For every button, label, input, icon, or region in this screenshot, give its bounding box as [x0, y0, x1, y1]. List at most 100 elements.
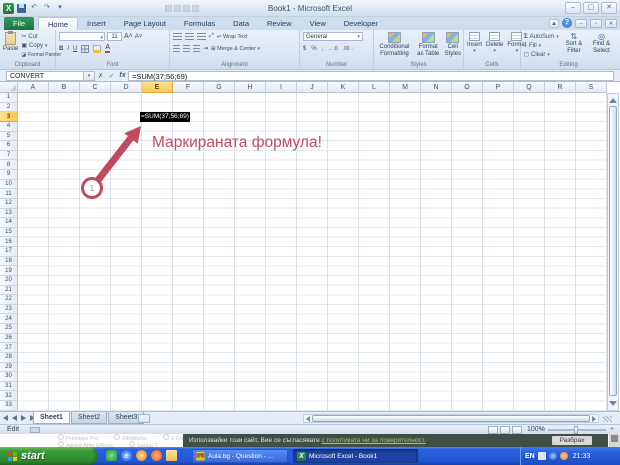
- next-sheet-icon[interactable]: [21, 415, 26, 421]
- fill-button[interactable]: ↓ Fill ▾: [524, 41, 559, 50]
- merge-center-button[interactable]: ⊞ Merge & Center ▾: [211, 46, 260, 52]
- row-header[interactable]: 2: [0, 102, 18, 113]
- vertical-scroll-thumb[interactable]: [609, 106, 617, 396]
- row-header[interactable]: 10: [0, 179, 18, 190]
- row-header[interactable]: 25: [0, 324, 18, 334]
- ribbon-tab[interactable]: Formulas: [175, 17, 224, 30]
- wrap-text-button[interactable]: ↩ Wrap Text: [217, 34, 248, 40]
- internet-explorer-icon[interactable]: e: [121, 450, 132, 461]
- row-header[interactable]: 17: [0, 247, 18, 257]
- sort-filter-button[interactable]: ⇅ Sort & Filter: [563, 32, 585, 59]
- zoom-out-icon[interactable]: –: [540, 426, 544, 433]
- ribbon-tab[interactable]: Page Layout: [115, 17, 175, 30]
- decrease-decimal-icon[interactable]: .00→: [343, 46, 355, 52]
- column-header[interactable]: A: [18, 82, 49, 93]
- find-select-button[interactable]: ◎ Find & Select: [589, 32, 614, 59]
- column-header[interactable]: S: [576, 82, 607, 93]
- insert-function-icon[interactable]: fx: [117, 72, 128, 79]
- maximize-button[interactable]: ▢: [583, 2, 599, 14]
- row-header[interactable]: 15: [0, 227, 18, 238]
- minimize-button[interactable]: –: [565, 2, 581, 14]
- zoom-in-icon[interactable]: +: [610, 426, 614, 433]
- workbook-minimize-button[interactable]: –: [575, 18, 587, 28]
- insert-cells-button[interactable]: Insert ▾: [467, 32, 482, 60]
- name-box-dropdown-icon[interactable]: ▾: [84, 70, 95, 81]
- align-top-icon[interactable]: [173, 33, 182, 40]
- align-center-icon[interactable]: [183, 45, 190, 52]
- row-header[interactable]: 12: [0, 198, 18, 209]
- percent-icon[interactable]: %: [311, 46, 316, 52]
- row-header[interactable]: 7: [0, 150, 18, 161]
- row-header[interactable]: 33: [0, 401, 18, 411]
- enter-icon[interactable]: ✓: [106, 72, 117, 80]
- ribbon-tab[interactable]: View: [301, 17, 335, 30]
- sheet-tab[interactable]: Sheet2: [70, 412, 108, 424]
- name-box[interactable]: CONVERT: [6, 70, 84, 81]
- autosum-button[interactable]: Σ AutoSum ▾: [524, 32, 559, 41]
- delete-cells-button[interactable]: Delete ▾: [486, 32, 503, 60]
- column-header[interactable]: R: [545, 82, 576, 93]
- sheet-nav-buttons[interactable]: [3, 415, 35, 421]
- column-header[interactable]: M: [390, 82, 421, 93]
- row-header[interactable]: 26: [0, 333, 18, 344]
- select-all-corner[interactable]: [0, 82, 18, 93]
- font-color-icon[interactable]: A: [105, 44, 111, 53]
- bold-button[interactable]: B: [59, 46, 63, 52]
- font-size-select[interactable]: 11: [107, 32, 122, 41]
- increase-decimal-icon[interactable]: ←.0: [328, 46, 337, 52]
- italic-button[interactable]: I: [67, 46, 69, 52]
- paste-button[interactable]: Paste: [3, 31, 18, 59]
- tab-file[interactable]: File: [4, 17, 34, 30]
- format-as-table-button[interactable]: Format as Table: [416, 32, 441, 60]
- row-header[interactable]: 30: [0, 372, 18, 382]
- tray-icon-orange[interactable]: [559, 452, 568, 460]
- keyboard-layout-icon[interactable]: [537, 452, 546, 460]
- align-middle-icon[interactable]: [185, 33, 194, 40]
- row-header[interactable]: 16: [0, 237, 18, 247]
- cookie-accept-button[interactable]: Разбрах: [552, 436, 592, 445]
- underline-button[interactable]: U: [73, 46, 77, 52]
- row-header[interactable]: 13: [0, 208, 18, 219]
- align-left-icon[interactable]: [173, 45, 180, 52]
- quick-launch-icon-globe[interactable]: [136, 450, 147, 461]
- row-header[interactable]: 3: [0, 112, 18, 122]
- row-header[interactable]: 9: [0, 170, 18, 180]
- row-header[interactable]: 27: [0, 343, 18, 353]
- start-button[interactable]: start: [0, 447, 98, 465]
- row-header[interactable]: 4: [0, 121, 18, 132]
- align-bottom-icon[interactable]: [197, 33, 206, 40]
- row-header[interactable]: 32: [0, 391, 18, 401]
- scroll-left-icon[interactable]: [306, 415, 310, 422]
- ribbon-tab[interactable]: Insert: [78, 17, 115, 30]
- orientation-icon[interactable]: ⤢: [209, 33, 214, 40]
- ribbon-collapse-icon[interactable]: ▲: [549, 18, 559, 28]
- grow-font-icon[interactable]: A˄: [124, 33, 133, 40]
- normal-view-icon[interactable]: [488, 426, 498, 434]
- language-indicator[interactable]: EN: [525, 453, 535, 460]
- horizontal-scroll-thumb[interactable]: [312, 415, 590, 422]
- row-header[interactable]: 11: [0, 189, 18, 199]
- column-header[interactable]: P: [483, 82, 514, 93]
- row-header[interactable]: 6: [0, 141, 18, 151]
- row-header[interactable]: 8: [0, 160, 18, 170]
- row-header[interactable]: 24: [0, 314, 18, 324]
- row-header[interactable]: 5: [0, 131, 18, 142]
- conditional-formatting-button[interactable]: Conditional Formatting: [377, 32, 412, 60]
- ribbon-tab[interactable]: Home: [38, 17, 79, 30]
- workbook-restore-button[interactable]: ▫: [590, 18, 602, 28]
- cell-styles-button[interactable]: Cell Styles: [445, 32, 461, 60]
- zoom-slider[interactable]: – +: [540, 426, 614, 434]
- macro-record-icon[interactable]: [30, 427, 40, 433]
- insert-worksheet-button[interactable]: [138, 414, 150, 423]
- ribbon-tab[interactable]: Data: [224, 17, 258, 30]
- cancel-icon[interactable]: ✗: [95, 72, 106, 80]
- row-header[interactable]: 29: [0, 362, 18, 373]
- help-icon[interactable]: ?: [562, 18, 572, 28]
- row-header[interactable]: 28: [0, 352, 18, 363]
- scroll-up-icon[interactable]: [609, 98, 617, 103]
- quick-launch-icon-green[interactable]: [106, 450, 117, 461]
- vertical-scrollbar[interactable]: [607, 93, 619, 411]
- column-header[interactable]: K: [328, 82, 359, 93]
- column-header[interactable]: N: [421, 82, 452, 93]
- fill-color-icon[interactable]: [93, 44, 102, 53]
